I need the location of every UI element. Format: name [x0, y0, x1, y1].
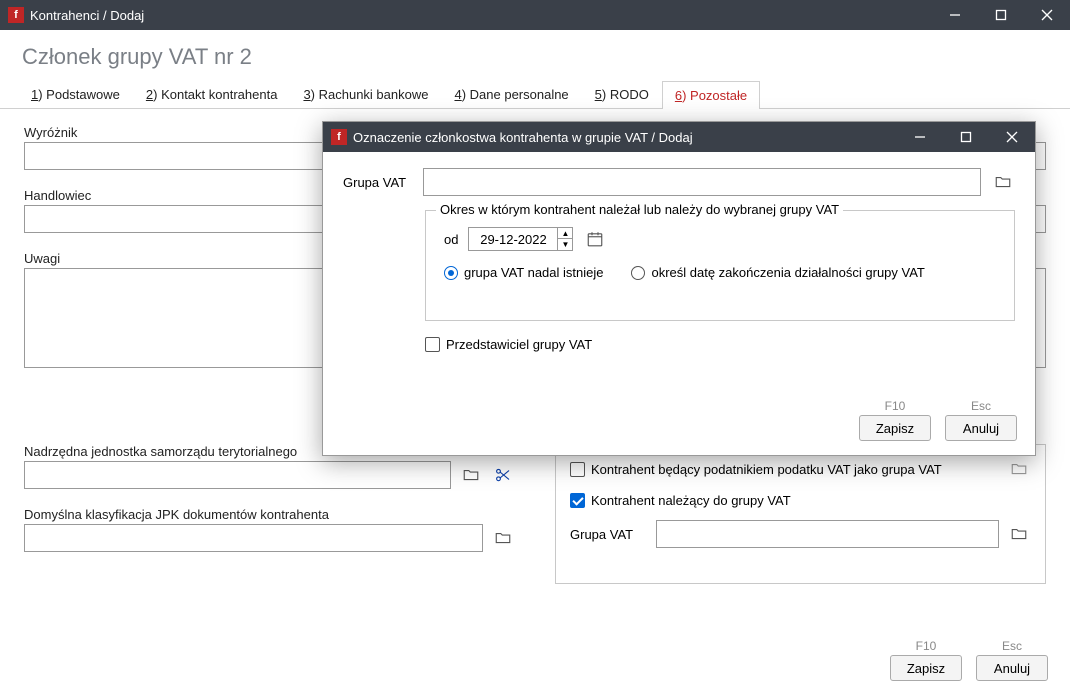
vat-taxpayer-label: Kontrahent będący podatnikiem podatku VA…: [591, 462, 942, 477]
folder-icon[interactable]: [1007, 457, 1031, 481]
representative-label: Przedstawiciel grupy VAT: [446, 337, 592, 352]
dialog-save-shortcut: F10: [885, 399, 906, 413]
folder-icon[interactable]: [459, 463, 483, 487]
dialog-cancel-button[interactable]: Anuluj: [945, 415, 1017, 441]
dialog-titlebar[interactable]: f Oznaczenie członkostwa kontrahenta w g…: [323, 122, 1035, 152]
scissors-icon[interactable]: [491, 463, 515, 487]
tab-6[interactable]: 6) Pozostałe: [662, 81, 760, 109]
save-shortcut: F10: [916, 639, 937, 653]
dialog-cancel-shortcut: Esc: [971, 399, 991, 413]
tab-4[interactable]: 4) Dane personalne: [441, 80, 581, 108]
tab-5[interactable]: 5) RODO: [582, 80, 662, 108]
spinner-down-icon[interactable]: ▼: [558, 239, 572, 250]
radio-vat-enddate-label: określ datę zakończenia działalności gru…: [651, 265, 924, 280]
vat-membership-dialog: f Oznaczenie członkostwa kontrahenta w g…: [322, 121, 1036, 456]
radio-vat-enddate[interactable]: określ datę zakończenia działalności gru…: [631, 265, 924, 280]
grupa-vat-input[interactable]: [656, 520, 999, 548]
dialog-close-button[interactable]: [989, 122, 1035, 152]
dialog-maximize-button[interactable]: [943, 122, 989, 152]
page-title: Członek grupy VAT nr 2: [0, 30, 1070, 80]
tab-3[interactable]: 3) Rachunki bankowe: [290, 80, 441, 108]
tab-2[interactable]: 2) Kontakt kontrahenta: [133, 80, 291, 108]
radio-vat-exists-label: grupa VAT nadal istnieje: [464, 265, 603, 280]
dialog-grupa-label: Grupa VAT: [343, 175, 413, 190]
folder-icon[interactable]: [491, 526, 515, 550]
jpk-input[interactable]: [24, 524, 483, 552]
nadrzedna-input[interactable]: [24, 461, 451, 489]
folder-icon[interactable]: [991, 170, 1015, 194]
app-icon: f: [8, 7, 24, 23]
period-title: Okres w którym kontrahent należał lub na…: [436, 202, 843, 217]
representative-checkbox[interactable]: Przedstawiciel grupy VAT: [425, 337, 1015, 352]
main-titlebar[interactable]: f Kontrahenci / Dodaj: [0, 0, 1070, 30]
calendar-icon[interactable]: [583, 227, 607, 251]
close-button[interactable]: [1024, 0, 1070, 30]
tabs: 1) Podstawowe2) Kontakt kontrahenta3) Ra…: [0, 80, 1070, 109]
dialog-minimize-button[interactable]: [897, 122, 943, 152]
jpk-label: Domyślna klasyfikacja JPK dokumentów kon…: [24, 507, 515, 522]
date-from-input[interactable]: [468, 227, 558, 251]
maximize-button[interactable]: [978, 0, 1024, 30]
tab-1[interactable]: 1) Podstawowe: [18, 80, 133, 108]
spinner-up-icon[interactable]: ▲: [558, 228, 572, 239]
save-button[interactable]: Zapisz: [890, 655, 962, 681]
dialog-save-button[interactable]: Zapisz: [859, 415, 931, 441]
folder-icon[interactable]: [1007, 522, 1031, 546]
minimize-button[interactable]: [932, 0, 978, 30]
date-spinner[interactable]: ▲▼: [558, 227, 573, 251]
vat-member-checkbox[interactable]: Kontrahent należący do grupy VAT: [570, 493, 1031, 508]
od-label: od: [444, 232, 458, 247]
cancel-button[interactable]: Anuluj: [976, 655, 1048, 681]
radio-vat-exists[interactable]: grupa VAT nadal istnieje: [444, 265, 603, 280]
main-footer: F10 Zapisz Esc Anuluj: [890, 639, 1048, 681]
window-title: Kontrahenci / Dodaj: [30, 8, 144, 23]
cancel-shortcut: Esc: [1002, 639, 1022, 653]
app-icon: f: [331, 129, 347, 145]
dialog-title: Oznaczenie członkostwa kontrahenta w gru…: [353, 130, 693, 145]
grupa-vat-input-label: Grupa VAT: [570, 527, 648, 542]
vat-taxpayer-checkbox[interactable]: Kontrahent będący podatnikiem podatku VA…: [570, 462, 942, 477]
dialog-grupa-input[interactable]: [423, 168, 981, 196]
vat-member-label: Kontrahent należący do grupy VAT: [591, 493, 791, 508]
